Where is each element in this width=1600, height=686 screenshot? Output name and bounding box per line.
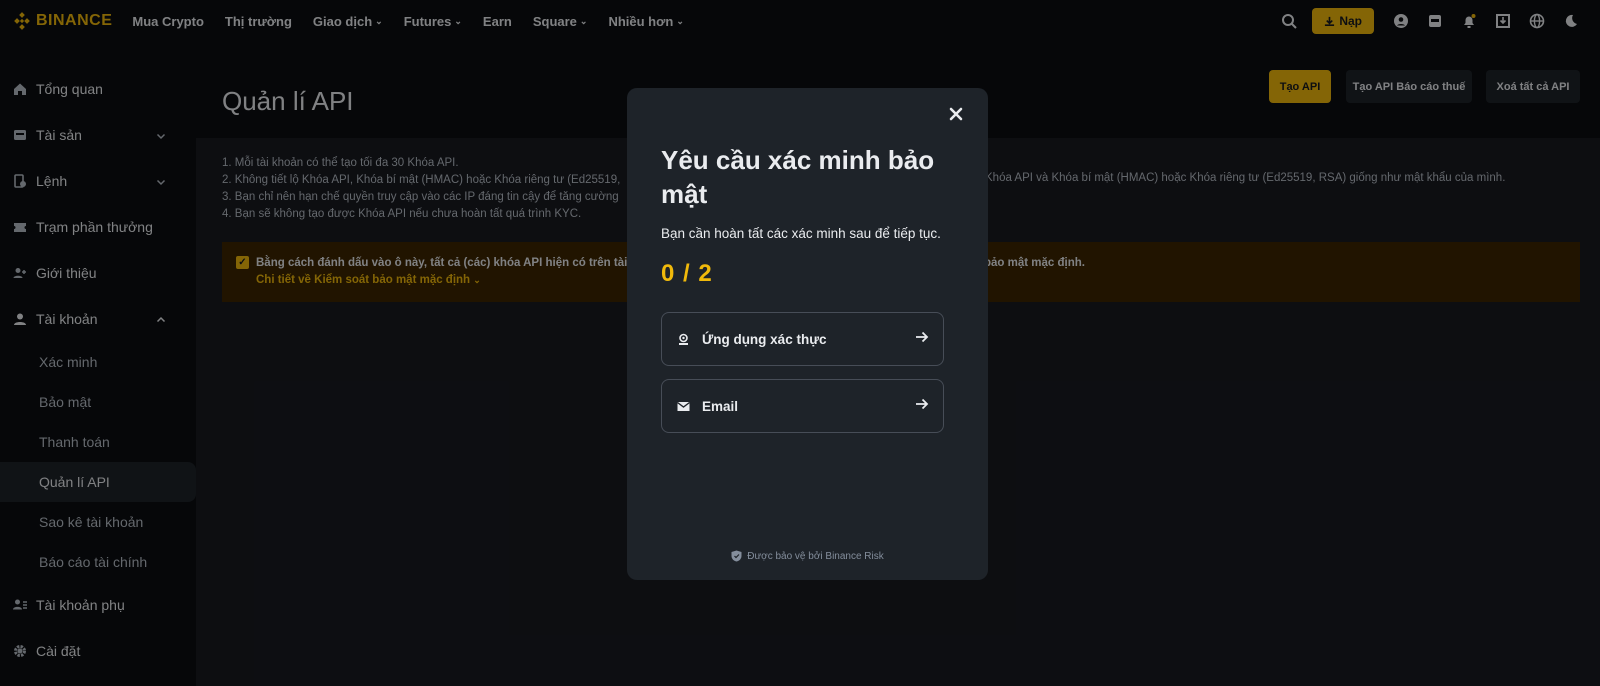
authenticator-option[interactable]: Ứng dụng xác thực — [661, 312, 944, 366]
authenticator-icon — [676, 332, 690, 346]
option-label: Ứng dụng xác thực — [702, 331, 827, 347]
verification-progress: 0 / 2 — [661, 260, 713, 287]
risk-protection-footer: Được bảo vệ bởi Binance Risk — [627, 550, 988, 562]
arrow-right-icon — [915, 330, 929, 348]
mail-icon — [676, 399, 690, 413]
shield-icon — [731, 550, 742, 562]
modal-subtitle: Bạn cần hoàn tất các xác minh sau để tiế… — [661, 226, 941, 241]
footer-text: Được bảo vệ bởi Binance Risk — [747, 550, 884, 562]
close-icon[interactable] — [944, 102, 968, 126]
option-label: Email — [702, 398, 739, 414]
security-verification-modal: Yêu cầu xác minh bảo mật Bạn cần hoàn tấ… — [627, 88, 988, 580]
modal-title: Yêu cầu xác minh bảo mật — [661, 145, 935, 209]
arrow-right-icon — [915, 397, 929, 415]
email-option[interactable]: Email — [661, 379, 944, 433]
